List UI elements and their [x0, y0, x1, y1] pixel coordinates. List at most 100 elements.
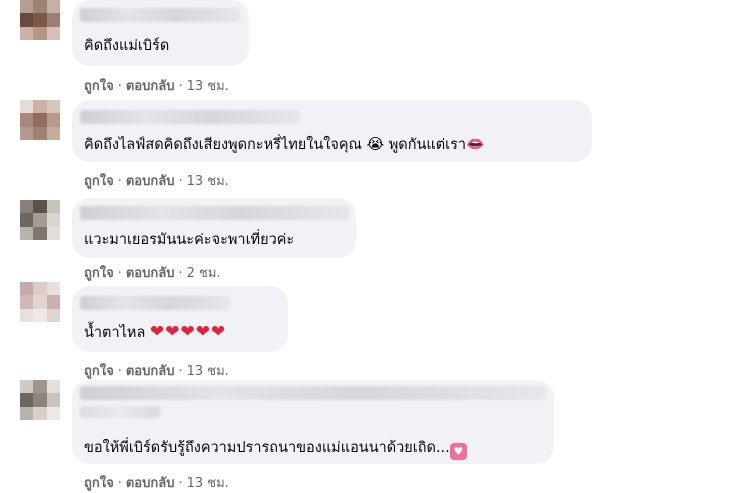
avatar-pixel	[20, 226, 34, 240]
separator: ·	[117, 79, 122, 94]
avatar-pixel	[20, 100, 34, 114]
like-button[interactable]: ถูกใจ	[84, 174, 114, 189]
timestamp[interactable]: 13 ชม.	[187, 476, 229, 491]
author-name-redacted[interactable]	[80, 386, 546, 400]
avatar-pixel	[46, 100, 60, 114]
avatar-pixel	[20, 113, 34, 127]
author-name-redacted[interactable]	[80, 296, 230, 310]
comment-text: แวะมาเยอรมันนะค่ะจะพาเที่ยวค่ะ	[84, 232, 295, 248]
reply-button[interactable]: ตอบกลับ	[126, 174, 175, 189]
comment-bubble: คิดถึงแม่เบิร์ด	[72, 0, 249, 66]
author-name-redacted[interactable]	[80, 206, 350, 220]
comment-text: คิดถึงไลฟ์สดคิดถึงเสียงพูดกะหรี่ไทยในใจค…	[84, 134, 485, 155]
avatar-pixel	[33, 226, 47, 240]
avatar[interactable]	[20, 380, 60, 420]
avatar-pixel	[20, 26, 34, 40]
avatar-pixel	[33, 295, 47, 309]
separator: ·	[178, 174, 183, 189]
like-button[interactable]: ถูกใจ	[84, 266, 114, 281]
like-button[interactable]: ถูกใจ	[84, 364, 114, 379]
separator: ·	[178, 79, 183, 94]
comment-actions: ถูกใจ · ตอบกลับ · 13 ชม.	[84, 472, 229, 493]
avatar-pixel	[20, 282, 34, 296]
reply-button[interactable]: ตอบกลับ	[126, 476, 175, 491]
avatar-pixel	[33, 200, 47, 214]
separator: ·	[178, 266, 183, 281]
comment-actions: ถูกใจ · ตอบกลับ · 2 ชม.	[84, 262, 221, 283]
like-button[interactable]: ถูกใจ	[84, 79, 114, 94]
avatar-pixel	[33, 0, 47, 14]
avatar-pixel	[20, 295, 34, 309]
avatar-pixel	[46, 308, 60, 322]
avatar-pixel	[20, 200, 34, 214]
heart-decoration-emoji: ♥	[449, 443, 467, 460]
avatar-pixel	[20, 308, 34, 322]
timestamp[interactable]: 13 ชม.	[187, 364, 229, 379]
avatar-pixel	[33, 282, 47, 296]
avatar[interactable]	[20, 282, 60, 322]
avatar-pixel	[46, 295, 60, 309]
heart-emojis: ❤❤❤❤❤	[149, 322, 227, 342]
avatar-pixel	[46, 113, 60, 127]
avatar-pixel	[46, 26, 60, 40]
like-button[interactable]: ถูกใจ	[84, 476, 114, 491]
avatar-pixel	[20, 0, 34, 14]
separator: ·	[117, 476, 122, 491]
comment-text-part: คิดถึงไลฟ์สดคิดถึงเสียงพูดกะหรี่ไทยในใจค…	[84, 137, 362, 153]
timestamp[interactable]: 13 ชม.	[187, 79, 229, 94]
avatar[interactable]	[20, 200, 60, 240]
reply-button[interactable]: ตอบกลับ	[126, 79, 175, 94]
avatar[interactable]	[20, 100, 60, 140]
comment-bubble: น้ำตาไหล ❤❤❤❤❤	[72, 286, 288, 352]
reply-button[interactable]: ตอบกลับ	[126, 266, 175, 281]
avatar-pixel	[20, 213, 34, 227]
timestamp[interactable]: 2 ชม.	[187, 266, 221, 281]
avatar-pixel	[20, 393, 34, 407]
comment-actions: ถูกใจ · ตอบกลับ · 13 ชม.	[84, 360, 229, 381]
avatar-pixel	[20, 13, 34, 27]
avatar-pixel	[46, 406, 60, 420]
separator: ·	[178, 364, 183, 379]
avatar-pixel	[33, 13, 47, 27]
avatar-pixel	[46, 200, 60, 214]
comment-text-part: ขอให้พี่เบิร์ดรับรู้ถึงความปรารถนาของแม่…	[84, 440, 450, 456]
timestamp[interactable]: 13 ชม.	[187, 174, 229, 189]
avatar-pixel	[46, 380, 60, 394]
crying-face-emoji: 😭	[366, 135, 385, 153]
comment-bubble: คิดถึงไลฟ์สดคิดถึงเสียงพูดกะหรี่ไทยในใจค…	[72, 100, 592, 162]
avatar-pixel	[46, 282, 60, 296]
author-name-redacted[interactable]	[80, 110, 300, 124]
separator: ·	[117, 364, 122, 379]
avatar-pixel	[46, 393, 60, 407]
comment-text: คิดถึงแม่เบิร์ด	[84, 38, 170, 54]
separator: ·	[178, 476, 183, 491]
lips-emoji: 👄	[466, 135, 485, 153]
avatar-pixel	[33, 213, 47, 227]
avatar-pixel	[46, 213, 60, 227]
avatar-pixel	[33, 380, 47, 394]
avatar-pixel	[20, 406, 34, 420]
comment-text-part: พูดกันแต่เรา	[388, 137, 467, 153]
comment-actions: ถูกใจ · ตอบกลับ · 13 ชม.	[84, 75, 229, 96]
avatar-pixel	[33, 393, 47, 407]
avatar[interactable]	[20, 0, 60, 40]
avatar-pixel	[33, 406, 47, 420]
avatar-pixel	[20, 380, 34, 394]
avatar-pixel	[33, 26, 47, 40]
comment-text-part: น้ำตาไหล	[84, 325, 146, 341]
author-name-redacted[interactable]	[80, 8, 240, 22]
comment-actions: ถูกใจ · ตอบกลับ · 13 ชม.	[84, 170, 229, 191]
avatar-pixel	[46, 0, 60, 14]
avatar-pixel	[46, 126, 60, 140]
reply-button[interactable]: ตอบกลับ	[126, 364, 175, 379]
separator: ·	[117, 266, 122, 281]
author-name-redacted	[80, 406, 160, 418]
avatar-pixel	[20, 126, 34, 140]
avatar-pixel	[46, 226, 60, 240]
avatar-pixel	[33, 126, 47, 140]
separator: ·	[117, 174, 122, 189]
comment-bubble: แวะมาเยอรมันนะค่ะจะพาเที่ยวค่ะ	[72, 198, 356, 258]
avatar-pixel	[33, 113, 47, 127]
comment-bubble: ขอให้พี่เบิร์ดรับรู้ถึงความปรารถนาของแม่…	[72, 380, 554, 464]
avatar-pixel	[33, 100, 47, 114]
